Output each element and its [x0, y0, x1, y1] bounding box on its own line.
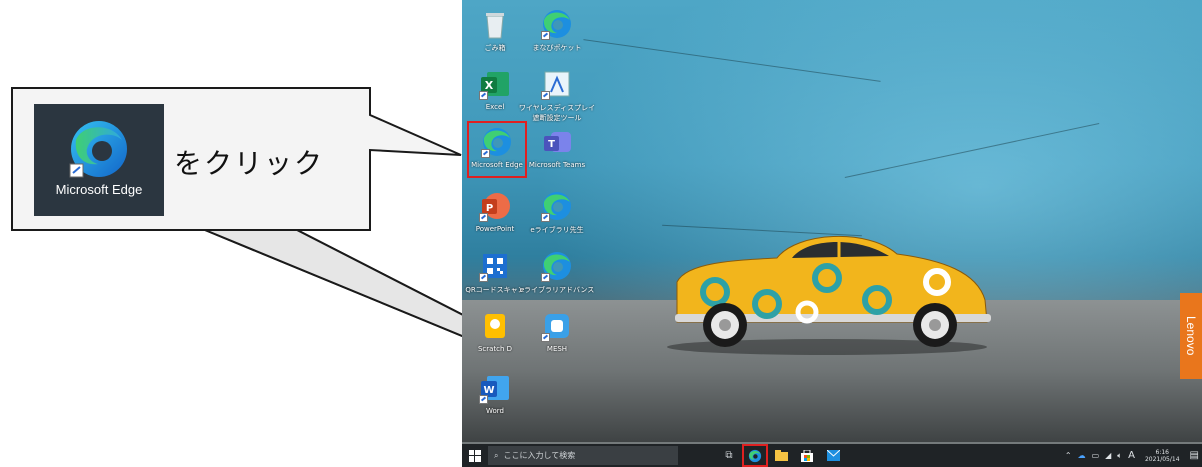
desktop-icon-powerpoint[interactable]: P PowerPoint — [464, 190, 526, 233]
desktop-icon-manabi[interactable]: まなびポケット — [526, 8, 588, 53]
edge-shortcut-icon — [541, 8, 573, 40]
powerpoint-icon: P — [479, 190, 511, 222]
lenovo-brand-tab: Lenovo — [1180, 293, 1202, 379]
callout-content: Microsoft Edge をクリック — [34, 104, 454, 219]
edge-shortcut-icon — [541, 250, 573, 282]
desktop-icon-label: ごみ箱 — [484, 44, 506, 52]
desktop-icon-label: まなびポケット — [532, 44, 582, 52]
edge-shortcut-icon — [541, 190, 573, 222]
onedrive-icon[interactable]: ☁ — [1078, 451, 1086, 460]
desktop-icon-label: Excel — [485, 103, 505, 111]
mesh-icon — [541, 310, 573, 342]
search-icon: ⌕ — [494, 450, 499, 460]
taskbar: ⌕ ここに入力して検索 ⧉ ⌃ ☁ ▭ ◢ 🔈︎ A 6:16 2021/05/… — [462, 444, 1202, 467]
desktop-icon-elibrary-sensei[interactable]: eライブラリ先生 — [526, 190, 588, 235]
system-tray: ⌃ ☁ ▭ ◢ 🔈︎ A 6:16 2021/05/14 ▤ — [1062, 444, 1202, 467]
desktop-icon-label: MESH — [546, 345, 568, 353]
battery-icon[interactable]: ▭ — [1092, 451, 1100, 460]
desktop-icon-recycle-bin[interactable]: ごみ箱 — [464, 8, 526, 53]
desktop-icon-label: Microsoft Teams — [528, 161, 586, 169]
desktop-icon-label: Word — [486, 407, 504, 415]
edge-icon-highlight — [467, 121, 527, 178]
qr-icon — [479, 250, 511, 282]
notification-icon[interactable]: ▤ — [1190, 450, 1199, 461]
desktop-icon-qr-scan[interactable]: QRコードスキャン — [464, 250, 526, 295]
desktop-icon-label: Scratch D — [477, 345, 513, 353]
teams-icon: T — [541, 126, 573, 158]
desktop-icon-mesh[interactable]: MESH — [526, 310, 588, 353]
desktop-icon-elibrary-advance[interactable]: eライブラリアドバンス — [520, 250, 594, 295]
taskbar-file-explorer-button[interactable] — [768, 444, 794, 467]
desktop-icon-label: ワイヤレスディスプレイ 遮断設定ツール — [518, 104, 596, 122]
search-placeholder: ここに入力して検索 — [503, 451, 576, 460]
taskbar-search-box[interactable]: ⌕ ここに入力して検索 — [488, 446, 678, 465]
store-icon — [801, 449, 813, 462]
taskbar-mail-button[interactable] — [820, 444, 846, 467]
mail-icon — [826, 450, 840, 461]
desktop-icon-label: eライブラリアドバンス — [519, 286, 595, 294]
clock-date: 2021/05/14 — [1144, 455, 1180, 463]
desktop-icon-word[interactable]: W Word — [464, 372, 526, 415]
scratch-icon — [479, 310, 511, 342]
wireless-display-icon — [541, 68, 573, 100]
desktop-icon-label: eライブラリ先生 — [530, 226, 584, 234]
chevron-up-icon[interactable]: ⌃ — [1065, 451, 1072, 460]
edge-icon — [748, 449, 762, 462]
word-icon: W — [479, 372, 511, 404]
excel-icon: X — [479, 68, 511, 100]
folder-icon — [774, 450, 788, 461]
ime-indicator[interactable]: A — [1128, 450, 1135, 461]
wifi-icon[interactable]: ◢ — [1105, 451, 1111, 460]
yellow-car-image — [667, 236, 991, 355]
windows-icon — [469, 449, 481, 462]
task-view-button[interactable]: ⧉ — [716, 444, 742, 467]
recycle-bin-icon — [479, 8, 511, 40]
desktop-icon-label: PowerPoint — [475, 225, 515, 233]
edge-icon-label: Microsoft Edge — [55, 182, 143, 197]
volume-icon[interactable]: 🔈︎ — [1117, 451, 1122, 461]
svg-text:T: T — [548, 139, 555, 150]
desktop-icon-label: QRコードスキャン — [465, 286, 525, 294]
desktop-icon-scratch[interactable]: Scratch D — [464, 310, 526, 353]
start-button[interactable] — [462, 444, 488, 467]
taskbar-store-button[interactable] — [794, 444, 820, 467]
taskbar-clock[interactable]: 6:16 2021/05/14 — [1142, 449, 1183, 463]
task-view-icon: ⧉ — [725, 450, 733, 461]
desktop-icon-excel[interactable]: X Excel — [464, 68, 526, 111]
desktop-icon-teams[interactable]: T Microsoft Teams — [526, 126, 588, 169]
clock-time: 6:16 — [1155, 448, 1169, 456]
edge-icon — [69, 121, 127, 178]
desktop-icon-wireless-display[interactable]: ワイヤレスディスプレイ 遮断設定ツール — [519, 68, 595, 123]
taskbar-edge-button[interactable] — [742, 444, 768, 467]
edge-icon-zoomed: Microsoft Edge — [34, 104, 164, 216]
callout-instruction: をクリック — [174, 147, 325, 180]
